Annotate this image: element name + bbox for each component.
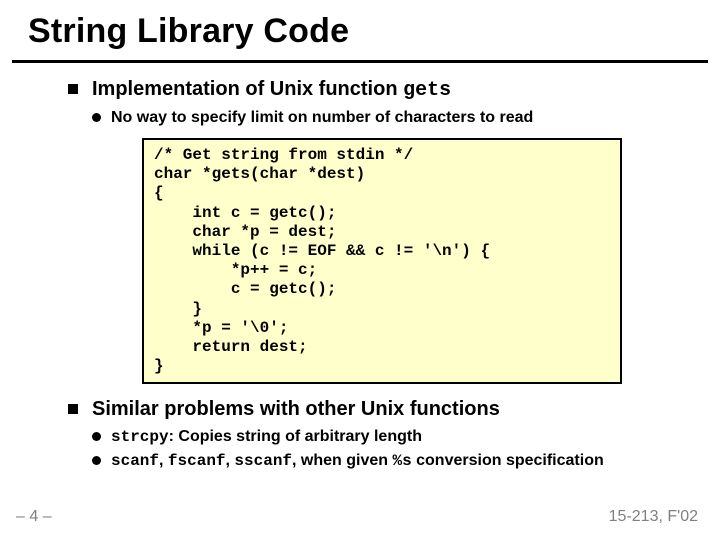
bullet-text-plain: Implementation of Unix function bbox=[92, 78, 403, 100]
text-span: : Copies string of arbitrary length bbox=[169, 428, 422, 445]
bullet-text: Similar problems with other Unix functio… bbox=[92, 398, 500, 421]
code-span: %s bbox=[392, 452, 411, 470]
code-block: /* Get string from stdin */ char *gets(c… bbox=[142, 138, 622, 384]
sub-bullet-item: strcpy: Copies string of arbitrary lengt… bbox=[92, 427, 688, 447]
slide-title: String Library Code bbox=[28, 12, 349, 51]
code-span: strcpy bbox=[111, 428, 169, 446]
bullet-text: Implementation of Unix function gets bbox=[92, 78, 451, 102]
sub-bullet-text: strcpy: Copies string of arbitrary lengt… bbox=[111, 427, 422, 447]
sub-bullet-item: scanf, fscanf, sscanf, when given %s con… bbox=[92, 451, 688, 471]
bullet-item: Similar problems with other Unix functio… bbox=[68, 398, 688, 421]
slide-content: Implementation of Unix function gets No … bbox=[68, 78, 688, 471]
bullet-item: Implementation of Unix function gets bbox=[68, 78, 688, 102]
title-underline bbox=[12, 60, 708, 63]
text-span: , when given bbox=[292, 452, 392, 469]
sub-bullet-text: scanf, fscanf, sscanf, when given %s con… bbox=[111, 451, 604, 471]
disc-bullet-icon bbox=[92, 113, 101, 122]
sub-list: strcpy: Copies string of arbitrary lengt… bbox=[92, 427, 688, 471]
square-bullet-icon bbox=[68, 84, 78, 94]
course-id: 15-213, F'02 bbox=[609, 508, 698, 526]
slide: String Library Code Implementation of Un… bbox=[0, 0, 720, 540]
disc-bullet-icon bbox=[92, 432, 101, 441]
sub-bullet-text: No way to specify limit on number of cha… bbox=[111, 108, 533, 128]
sub-bullet-item: No way to specify limit on number of cha… bbox=[92, 108, 688, 128]
page-number: – 4 – bbox=[16, 508, 52, 526]
code-span: sscanf bbox=[234, 452, 292, 470]
square-bullet-icon bbox=[68, 404, 78, 414]
bullet-text-code: gets bbox=[403, 79, 451, 102]
sub-list: No way to specify limit on number of cha… bbox=[92, 108, 688, 384]
disc-bullet-icon bbox=[92, 456, 101, 465]
code-span: fscanf bbox=[168, 452, 226, 470]
code-span: scanf bbox=[111, 452, 159, 470]
text-span: , bbox=[159, 452, 168, 469]
text-span: conversion specification bbox=[412, 452, 604, 469]
